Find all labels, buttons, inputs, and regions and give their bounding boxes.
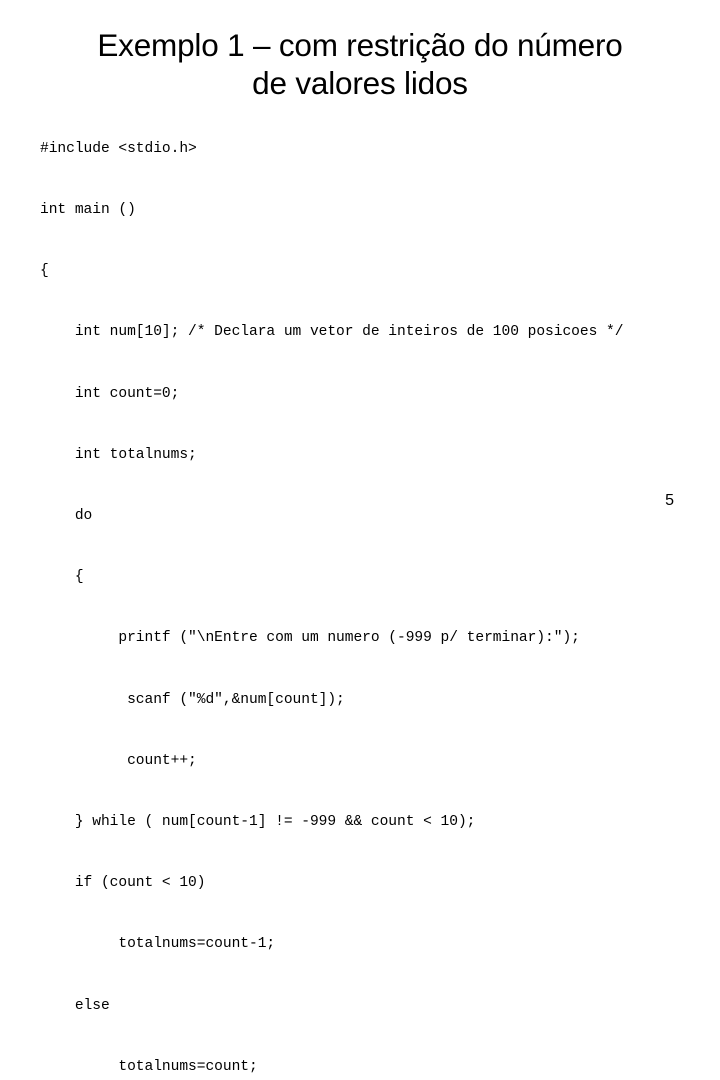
presentation-slide: Exemplo 1 – com restrição do número de v… xyxy=(0,0,720,1075)
code-line: totalnums=count; xyxy=(40,1058,258,1075)
code-line: printf ("\nEntre com um numero (-999 p/ … xyxy=(40,630,580,647)
code-line: int main () xyxy=(40,202,136,219)
code-line: int count=0; xyxy=(40,385,180,402)
code-line: int totalnums; xyxy=(40,446,197,463)
code-line: do xyxy=(40,508,93,525)
code-line: } while ( num[count-1] != -999 && count … xyxy=(40,814,476,831)
code-line: if (count < 10) xyxy=(40,875,206,892)
page-title: Exemplo 1 – com restrição do número de v… xyxy=(97,27,623,101)
code-line: #include <stdio.h> xyxy=(40,140,197,157)
code-line: { xyxy=(40,263,49,280)
code-line: scanf ("%d",&num[count]); xyxy=(40,691,345,708)
code-line: totalnums=count-1; xyxy=(40,936,276,953)
code-listing: #include <stdio.h> int main () { int num… xyxy=(40,98,700,1080)
code-line: { xyxy=(40,569,84,586)
code-line: int num[10]; /* Declara um vetor de inte… xyxy=(40,324,624,341)
page-number: 5 xyxy=(665,492,674,509)
code-line: count++; xyxy=(40,752,197,769)
code-line: else xyxy=(40,997,110,1014)
